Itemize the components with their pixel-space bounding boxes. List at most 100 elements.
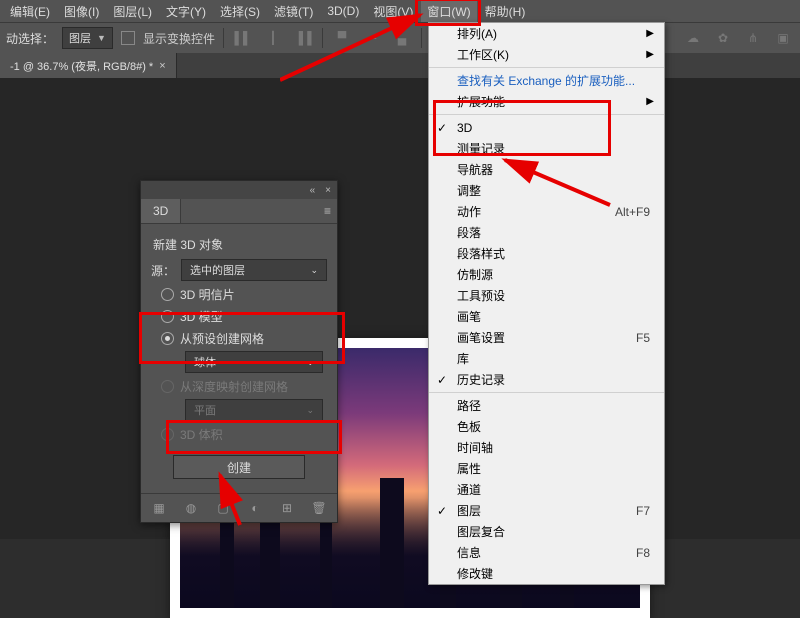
window-menu-item[interactable]: 通道 [429,479,664,500]
menu-item-label: 工作区(K) [457,46,509,63]
cloud-icon[interactable]: ☁ [682,27,704,49]
menu-item-label: 查找有关 Exchange 的扩展功能... [457,72,635,89]
window-menu-item[interactable]: ✓历史记录 [429,369,664,390]
autoselect-target-value: 图层 [69,30,91,46]
window-menu-item[interactable]: ✓图层F7 [429,500,664,521]
chevron-down-icon: ⌄ [306,357,314,368]
window-menu-item[interactable]: 工作区(K)▶ [429,44,664,65]
menu-layer[interactable]: 图层(L) [107,1,158,22]
menu-type[interactable]: 文字(Y) [160,1,212,22]
menu-item-label: 图层 [457,502,481,519]
radio-3d-volume[interactable]: 3D 体积 [161,426,327,443]
menu-item-label: 通道 [457,481,481,498]
filter-light-icon[interactable]: ◐ [247,500,263,516]
depth-mesh-select: 平面 ⌄ [185,399,323,421]
window-menu-item[interactable]: 色板 [429,416,664,437]
align-top-icon[interactable]: ▀ [331,27,353,49]
radio-preset-mesh[interactable]: 从预设创建网格 [161,330,327,347]
check-icon: ✓ [437,504,447,518]
menu-item-label: 属性 [457,460,481,477]
menu-edit[interactable]: 编辑(E) [4,1,56,22]
menu-filter[interactable]: 滤镜(T) [268,1,319,22]
panel-collapse-icon[interactable]: « [310,185,316,196]
show-transform-checkbox[interactable] [121,31,135,45]
window-menu-item[interactable]: 修改键 [429,563,664,584]
window-menu-item[interactable]: 工具预设 [429,285,664,306]
radio-3d-model[interactable]: 3D 模型 [161,308,327,325]
autoselect-target-select[interactable]: 图层 ▼ [62,27,113,49]
window-menu-item[interactable]: 测量记录 [429,138,664,159]
window-menu-item[interactable]: 排列(A)▶ [429,23,664,44]
panel-tab-3d[interactable]: 3D [141,199,181,223]
window-menu-item[interactable]: ✓3D [429,117,664,138]
menu-item-label: 信息 [457,544,481,561]
align-left-icon[interactable]: ▌▌ [232,27,254,49]
align-center-h-icon[interactable]: ┃ [262,27,284,49]
window-menu-item[interactable]: 扩展功能▶ [429,91,664,112]
panel-3d: « × 3D ≡ 新建 3D 对象 源： 选中的图层 ⌄ 3D 明信片 3D 模… [140,180,338,523]
menu-shortcut: Alt+F9 [615,205,650,219]
menu-help[interactable]: 帮助(H) [479,1,532,22]
radio-3d-postcard[interactable]: 3D 明信片 [161,286,327,303]
window-menu-item[interactable]: 段落样式 [429,243,664,264]
menu-separator [429,392,664,393]
share-icon[interactable]: ⋔ [742,27,764,49]
options-bar: 动选择： 图层 ▼ 显示变换控件 ▌▌ ┃ ▐▐ ▀ ─ ▄ ⋯ ◧ ☁ ✿ ⋔… [0,22,800,53]
show-transform-label: 显示变换控件 [143,30,215,47]
menu-item-label: 图层复合 [457,523,505,540]
new-layer-icon[interactable]: ⊞ [279,500,295,516]
submenu-arrow-icon: ▶ [646,28,654,39]
menu-3d[interactable]: 3D(D) [321,2,365,20]
panel-footer: ▦ ◍ ▢ ◐ ⊞ 🗑 [141,493,337,522]
close-icon[interactable]: × [159,60,165,72]
align-right-icon[interactable]: ▐▐ [292,27,314,49]
window-menu-item[interactable]: 画笔 [429,306,664,327]
preset-mesh-select[interactable]: 球体 ⌄ [185,351,323,373]
menu-item-label: 扩展功能 [457,93,505,110]
window-menu-item[interactable]: 时间轴 [429,437,664,458]
window-menu-item[interactable]: 调整 [429,180,664,201]
chevron-down-icon: ⌄ [310,265,318,276]
document-tab[interactable]: -1 @ 36.7% (夜景, RGB/8#) * × [0,53,177,79]
panel-menu-icon[interactable]: ≡ [181,199,337,223]
panel-section-title: 新建 3D 对象 [153,236,327,253]
filter-scene-icon[interactable]: ▦ [151,500,167,516]
chevron-down-icon: ⌄ [306,405,314,416]
window-menu-item[interactable]: 仿制源 [429,264,664,285]
window-menu-item[interactable]: 属性 [429,458,664,479]
document-tab-bar: -1 @ 36.7% (夜景, RGB/8#) * × [0,53,800,80]
menu-item-label: 调整 [457,182,481,199]
camera-icon[interactable]: ▣ [772,27,794,49]
window-menu-item[interactable]: 库 [429,348,664,369]
create-button[interactable]: 创建 [173,455,305,479]
menu-window[interactable]: 窗口(W) [421,1,476,22]
trash-icon[interactable]: 🗑 [311,500,327,516]
window-menu-item[interactable]: 导航器 [429,159,664,180]
menu-image[interactable]: 图像(I) [58,1,105,22]
divider [322,28,323,48]
filter-material-icon[interactable]: ▢ [215,500,231,516]
window-menu-item[interactable]: 动作Alt+F9 [429,201,664,222]
window-menu-item[interactable]: 查找有关 Exchange 的扩展功能... [429,70,664,91]
source-label: 源： [151,262,175,279]
radio-depth-mesh[interactable]: 从深度映射创建网格 [161,378,327,395]
menu-separator [429,114,664,115]
panel-close-icon[interactable]: × [325,185,331,196]
menu-select[interactable]: 选择(S) [214,1,266,22]
menu-item-label: 路径 [457,397,481,414]
autoselect-label: 动选择： [6,30,54,47]
align-bottom-icon[interactable]: ▄ [391,27,413,49]
window-menu-item[interactable]: 段落 [429,222,664,243]
menu-view[interactable]: 视图(V) [367,1,419,22]
window-menu-item[interactable]: 路径 [429,395,664,416]
settings-icon[interactable]: ✿ [712,27,734,49]
menu-item-label: 测量记录 [457,140,505,157]
window-menu-item[interactable]: 画笔设置F5 [429,327,664,348]
menu-shortcut: F5 [636,331,650,345]
document-tab-title: -1 @ 36.7% (夜景, RGB/8#) * [10,58,153,74]
menu-item-label: 历史记录 [457,371,505,388]
source-select[interactable]: 选中的图层 ⌄ [181,259,327,281]
filter-mesh-icon[interactable]: ◍ [183,500,199,516]
window-menu-item[interactable]: 信息F8 [429,542,664,563]
align-center-v-icon[interactable]: ─ [361,27,383,49]
